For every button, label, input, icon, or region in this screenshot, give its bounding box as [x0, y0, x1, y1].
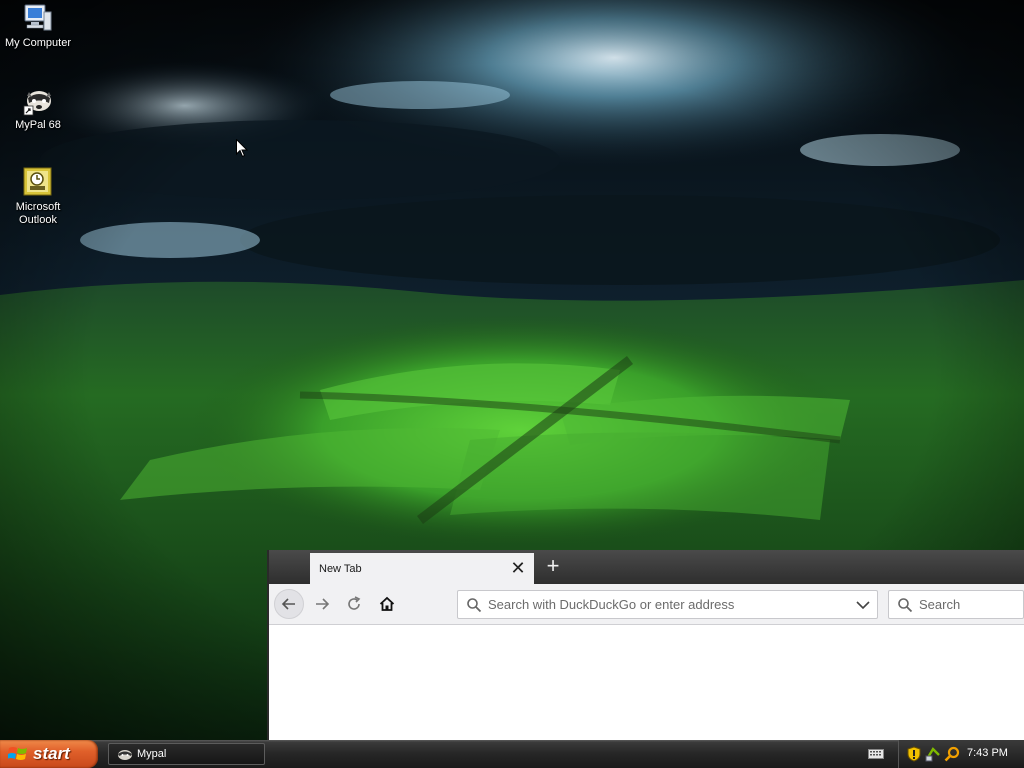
search-input[interactable]: [919, 591, 1019, 618]
desktop-icon-label: MyPal 68: [15, 119, 61, 131]
search-icon: [898, 598, 913, 613]
keyboard-icon[interactable]: [868, 748, 884, 760]
url-bar[interactable]: [457, 590, 878, 619]
network-icon[interactable]: [925, 746, 941, 762]
desktop-icon-my-computer[interactable]: My Computer: [0, 2, 76, 50]
url-input[interactable]: [488, 591, 848, 618]
search-icon: [467, 598, 482, 613]
forward-button[interactable]: [307, 589, 337, 619]
windows-flag-icon: [8, 747, 27, 760]
tab-title: New Tab: [319, 563, 362, 575]
page-content[interactable]: [269, 625, 1024, 740]
taskbar-item-label: Mypal: [137, 748, 167, 760]
search-icon[interactable]: [944, 746, 960, 762]
tab-close-button[interactable]: ✕: [510, 559, 526, 577]
home-button[interactable]: [372, 589, 402, 619]
desktop-icon-label: Microsoft Outlook: [15, 201, 61, 226]
back-arrow-icon: [281, 598, 295, 610]
my-computer-icon: [22, 2, 54, 34]
outlook-icon: [22, 166, 54, 198]
navigation-toolbar: [269, 584, 1024, 625]
clock[interactable]: 7:43 PM: [967, 747, 1008, 759]
reload-button[interactable]: [339, 589, 369, 619]
forward-arrow-icon: [316, 598, 330, 610]
shield-icon[interactable]: [907, 746, 921, 762]
desktop-icon-mypal[interactable]: MyPal 68: [0, 84, 76, 132]
start-label: start: [33, 744, 70, 763]
new-tab-button[interactable]: +: [542, 555, 564, 577]
desktop-icon-outlook[interactable]: Microsoft Outlook: [0, 166, 76, 227]
tab-new-tab[interactable]: New Tab ✕: [310, 553, 534, 584]
search-bar[interactable]: [888, 590, 1024, 619]
taskbar: start Mypal 7:43 PM: [0, 740, 1024, 768]
reload-icon: [348, 596, 361, 610]
tab-strip: New Tab ✕ +: [269, 550, 1024, 584]
mouse-cursor-icon: [236, 138, 249, 158]
taskbar-item-mypal[interactable]: Mypal: [108, 743, 265, 765]
browser-window: New Tab ✕ +: [267, 550, 1024, 740]
mypal-icon: [22, 84, 54, 116]
chevron-down-icon[interactable]: [856, 600, 870, 610]
back-button[interactable]: [274, 589, 304, 619]
start-button[interactable]: start: [0, 740, 98, 768]
desktop-icon-label: My Computer: [4, 37, 72, 49]
system-tray: 7:43 PM: [898, 740, 1024, 768]
mypal-icon: [118, 750, 132, 760]
home-icon: [379, 596, 395, 611]
